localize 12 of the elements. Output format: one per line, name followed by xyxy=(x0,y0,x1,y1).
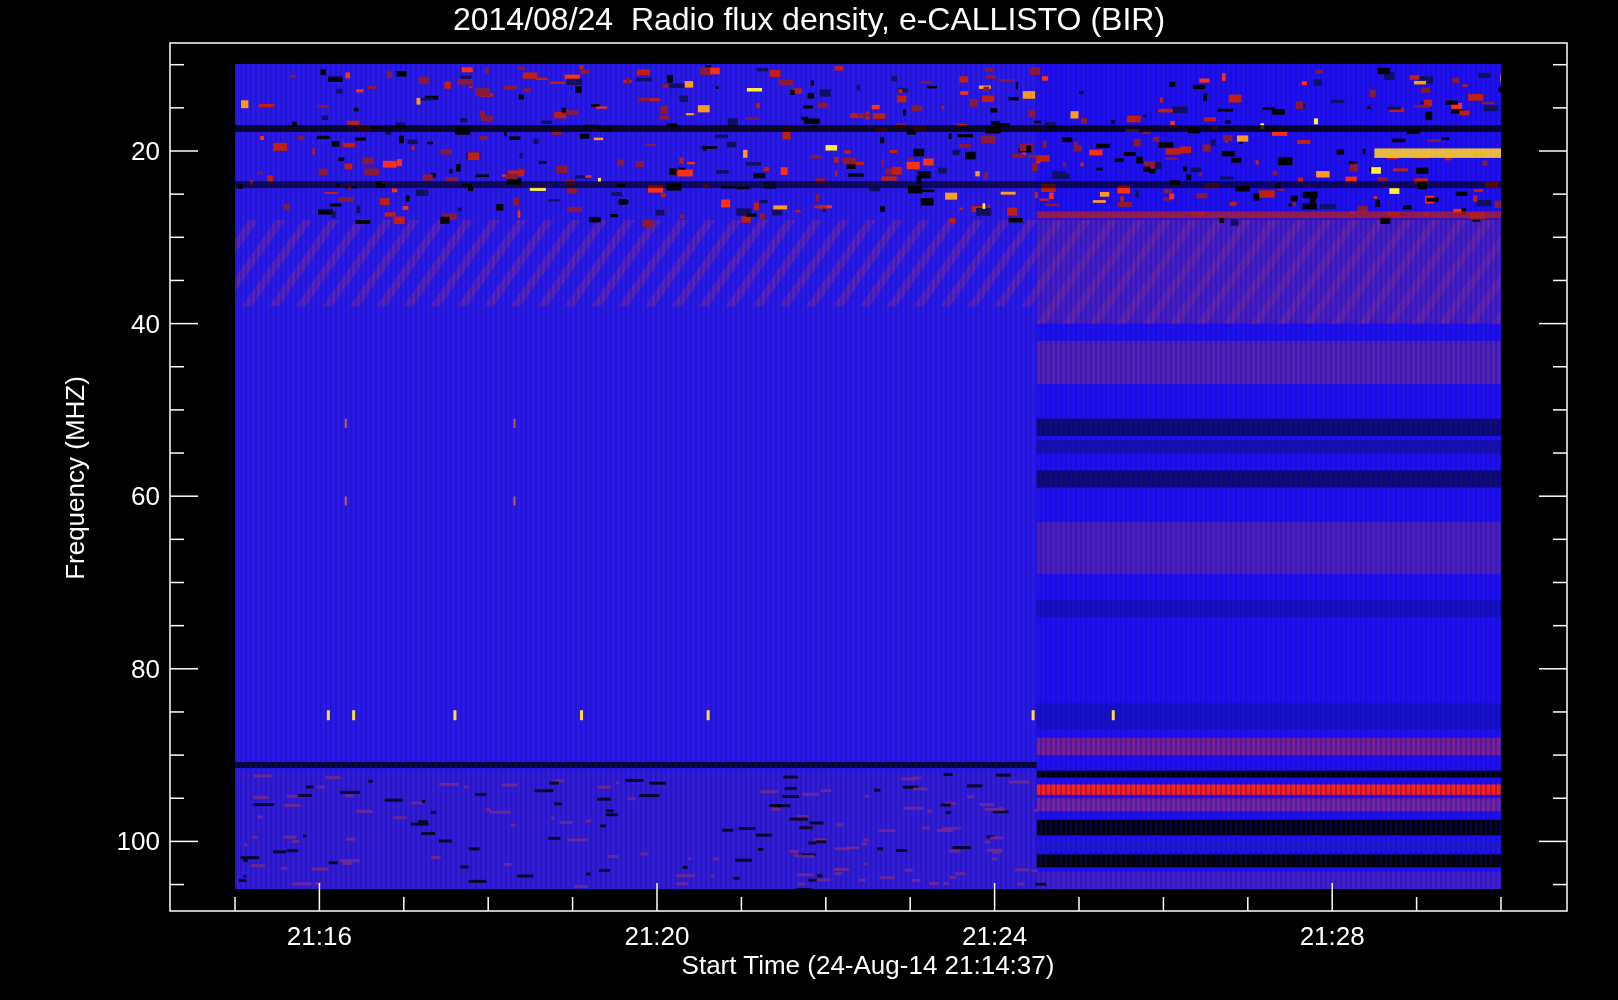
x-tick-label: 21:28 xyxy=(1299,921,1365,951)
y-tick-label: 60 xyxy=(131,481,160,512)
y-axis-label: Frequency (MHZ) xyxy=(60,376,90,580)
y-tick-label: 100 xyxy=(116,826,160,857)
chart-title: 2014/08/24 Radio flux density, e-CALLISTO (BIR) xyxy=(452,1,1166,37)
x-tick-label: 21:20 xyxy=(624,921,690,951)
y-tick-label: 20 xyxy=(131,136,160,166)
x-axis-label: Start Time (24-Aug-14 21:14:37) xyxy=(681,950,1055,980)
y-tick-label: 40 xyxy=(131,308,160,339)
y-tick-label: 80 xyxy=(131,653,160,684)
x-tick-label: 21:16 xyxy=(286,921,352,951)
x-tick-label: 21:24 xyxy=(962,921,1028,951)
